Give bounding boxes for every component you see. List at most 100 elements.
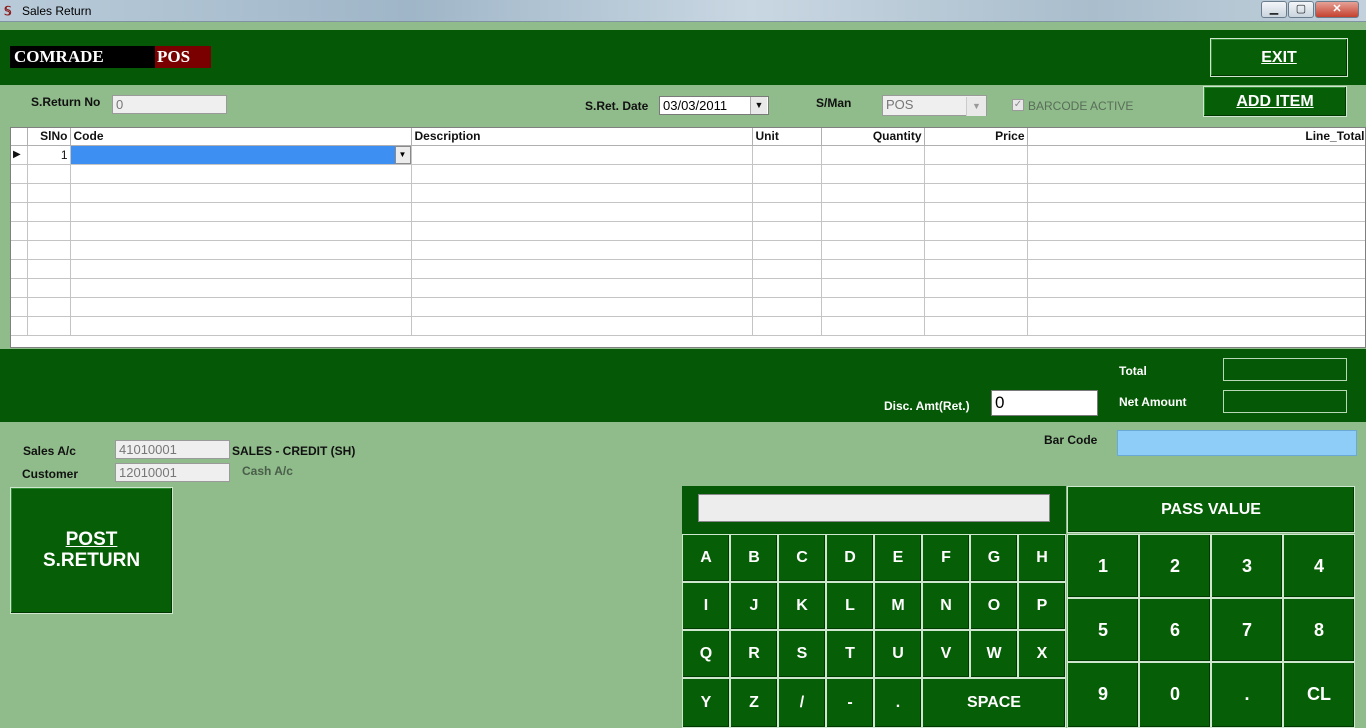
table-row xyxy=(11,278,1365,298)
key-number[interactable]: 2 xyxy=(1139,534,1211,598)
key-letter[interactable]: N xyxy=(922,582,970,630)
sales-account-field[interactable]: 41010001 xyxy=(115,440,230,459)
app-icon: 𝕊 xyxy=(4,4,12,18)
table-row xyxy=(11,183,1365,203)
keypad-display[interactable] xyxy=(698,494,1050,522)
current-row-arrow-icon: ▶ xyxy=(11,145,28,165)
key-letter[interactable]: T xyxy=(826,630,874,678)
net-amount-field xyxy=(1223,390,1347,413)
key-number[interactable]: 7 xyxy=(1211,598,1283,662)
key-letter[interactable]: J xyxy=(730,582,778,630)
column-header-quantity[interactable]: Quantity xyxy=(821,128,925,146)
totals-band xyxy=(0,349,1366,422)
table-row xyxy=(11,202,1365,222)
barcode-input[interactable] xyxy=(1117,430,1357,456)
key-letter[interactable]: M xyxy=(874,582,922,630)
date-label: S.Ret. Date xyxy=(585,99,649,113)
key-letter[interactable]: I xyxy=(682,582,730,630)
exit-button-label: EXIT xyxy=(1261,49,1297,66)
exit-button[interactable]: EXIT xyxy=(1210,38,1348,77)
items-grid[interactable]: SlNo Code Description Unit Quantity Pric… xyxy=(10,127,1366,348)
sman-value: POS xyxy=(886,97,914,112)
table-row xyxy=(11,164,1365,184)
maximize-button[interactable]: ▢ xyxy=(1288,1,1314,18)
key-letter[interactable]: D xyxy=(826,534,874,582)
cell-quantity[interactable] xyxy=(821,145,925,165)
barcode-active-label: BARCODE ACTIVE xyxy=(1028,99,1134,113)
chevron-down-icon[interactable]: ▼ xyxy=(394,145,410,163)
customer-field[interactable]: 12010001 xyxy=(115,463,230,482)
key-letter[interactable]: V xyxy=(922,630,970,678)
key-letter[interactable]: B xyxy=(730,534,778,582)
key-letter[interactable]: E xyxy=(874,534,922,582)
table-row xyxy=(11,259,1365,279)
total-field xyxy=(1223,358,1347,381)
key-number[interactable]: 3 xyxy=(1211,534,1283,598)
column-header-slno[interactable]: SlNo xyxy=(27,128,71,146)
return-no-field[interactable]: 0 xyxy=(112,95,227,114)
column-header-code[interactable]: Code xyxy=(70,128,412,146)
key-letter[interactable]: S xyxy=(778,630,826,678)
cell-line-total[interactable] xyxy=(1027,145,1365,165)
clear-key[interactable]: CL xyxy=(1283,662,1355,728)
chevron-down-icon[interactable]: ▼ xyxy=(750,97,767,114)
column-header-price[interactable]: Price xyxy=(924,128,1028,146)
key-letter[interactable]: Y xyxy=(682,678,730,728)
column-header-line-total[interactable]: Line_Total xyxy=(1027,128,1365,146)
key-number[interactable]: 9 xyxy=(1067,662,1139,728)
key-number[interactable]: 8 xyxy=(1283,598,1355,662)
key-letter[interactable]: L xyxy=(826,582,874,630)
brand-logo-suffix: POS xyxy=(155,46,211,68)
net-amount-label: Net Amount xyxy=(1119,395,1187,409)
discount-label: Disc. Amt(Ret.) xyxy=(884,399,970,413)
key-number[interactable]: 0 xyxy=(1139,662,1211,728)
barcode-label: Bar Code xyxy=(1044,433,1098,447)
key-letter[interactable]: - xyxy=(826,678,874,728)
key-number[interactable]: . xyxy=(1211,662,1283,728)
customer-label: Customer xyxy=(22,467,79,481)
table-row xyxy=(11,240,1365,260)
key-letter[interactable]: Q xyxy=(682,630,730,678)
barcode-active-checkbox[interactable]: ✓ xyxy=(1012,99,1024,111)
key-letter[interactable]: P xyxy=(1018,582,1066,630)
pass-value-button[interactable]: PASS VALUE xyxy=(1067,486,1355,533)
sales-account-label: Sales A/c xyxy=(23,444,76,458)
cell-price[interactable] xyxy=(924,145,1028,165)
key-letter[interactable]: O xyxy=(970,582,1018,630)
total-label: Total xyxy=(1119,364,1147,378)
chevron-down-icon[interactable]: ▼ xyxy=(966,97,986,116)
key-letter[interactable]: / xyxy=(778,678,826,728)
key-letter[interactable]: . xyxy=(874,678,922,728)
key-number[interactable]: 4 xyxy=(1283,534,1355,598)
key-number[interactable]: 6 xyxy=(1139,598,1211,662)
row-selector-header xyxy=(11,128,28,146)
key-letter[interactable]: K xyxy=(778,582,826,630)
key-letter[interactable]: C xyxy=(778,534,826,582)
key-letter[interactable]: F xyxy=(922,534,970,582)
return-no-label: S.Return No xyxy=(31,95,101,109)
cell-code[interactable]: ▼ xyxy=(70,145,412,165)
cell-unit[interactable] xyxy=(752,145,822,165)
column-header-description[interactable]: Description xyxy=(411,128,753,146)
cell-slno[interactable]: 1 xyxy=(27,145,71,165)
cell-description[interactable] xyxy=(411,145,753,165)
key-letter[interactable]: Z xyxy=(730,678,778,728)
add-item-button[interactable]: ADD ITEM xyxy=(1203,86,1347,117)
key-number[interactable]: 1 xyxy=(1067,534,1139,598)
table-row xyxy=(11,316,1365,336)
key-letter[interactable]: X xyxy=(1018,630,1066,678)
key-letter[interactable]: H xyxy=(1018,534,1066,582)
close-button[interactable]: ✕ xyxy=(1315,1,1359,18)
key-letter[interactable]: A xyxy=(682,534,730,582)
key-letter[interactable]: G xyxy=(970,534,1018,582)
post-return-button[interactable]: POST S.RETURN xyxy=(10,487,173,614)
minimize-button[interactable]: ▁ xyxy=(1261,1,1287,18)
discount-input[interactable]: 0 xyxy=(991,390,1098,416)
table-row[interactable]: ▶ 1 ▼ xyxy=(11,145,1365,165)
key-letter[interactable]: W xyxy=(970,630,1018,678)
column-header-unit[interactable]: Unit xyxy=(752,128,822,146)
key-number[interactable]: 5 xyxy=(1067,598,1139,662)
key-letter[interactable]: U xyxy=(874,630,922,678)
key-letter[interactable]: R xyxy=(730,630,778,678)
space-key[interactable]: SPACE xyxy=(922,678,1066,728)
